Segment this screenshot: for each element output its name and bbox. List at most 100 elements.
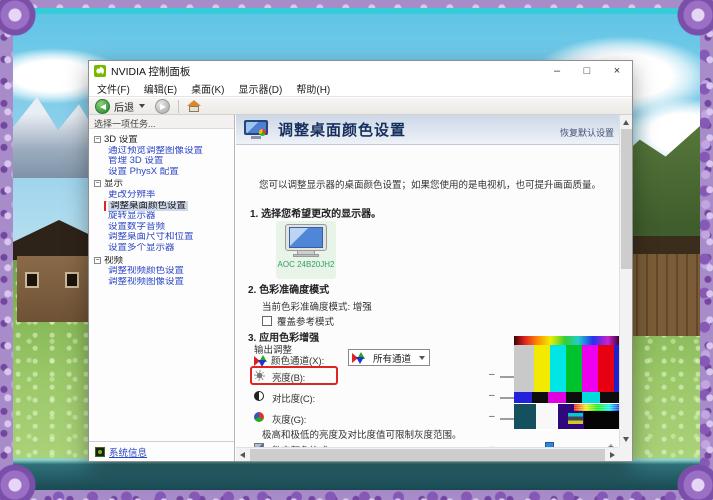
scroll-up-icon[interactable] [623, 120, 629, 125]
window-title: NVIDIA 控制面板 [111, 64, 190, 79]
lake-water [13, 458, 700, 490]
sidebar-item-multiple-displays[interactable]: 设置多个显示器 [108, 243, 175, 253]
monitor-select-item[interactable]: AOC 24B20JH2 [276, 221, 336, 279]
tree-expander-icon[interactable]: − [94, 257, 101, 264]
navigation-toolbar: 后退 [89, 98, 632, 115]
system-info-icon [95, 447, 105, 457]
slider-minus: – [489, 411, 495, 422]
brightness-icon [254, 370, 265, 381]
chevron-down-icon [419, 356, 425, 360]
brightness-label: 亮度(B): [272, 370, 305, 384]
menu-edit[interactable]: 编辑(E) [144, 81, 177, 96]
sidebar-item-adjust-video-image[interactable]: 调整视频图像设置 [108, 277, 184, 287]
all-channels-icon [352, 352, 364, 363]
back-button-label[interactable]: 后退 [114, 99, 134, 114]
reverse-color-strip [514, 392, 621, 403]
intro-text: 您可以调整显示器的桌面颜色设置；如果您使用的是电视机，也可提升画面质量。 [259, 177, 601, 191]
color-channel-row: 颜色通道(X): [254, 353, 324, 367]
frame-corner-ornament [675, 0, 713, 38]
sidebar-footer: 系统信息 [89, 441, 234, 461]
frame-corner-ornament [675, 462, 713, 500]
tree-expander-icon[interactable]: − [94, 180, 101, 187]
title-bar[interactable]: NVIDIA 控制面板 – □ × [89, 61, 632, 81]
sidebar-item-physx-config[interactable]: 设置 PhysX 配置 [108, 167, 179, 177]
menu-display[interactable]: 显示器(D) [238, 81, 282, 96]
task-sidebar: 选择一项任务... −3D 设置 通过预览调整图像设置 管理 3D 设置 设置 … [89, 115, 235, 461]
color-channel-icon [254, 355, 266, 366]
sidebar-item-rotate-display[interactable]: 旋转显示器 [108, 211, 156, 221]
contrast-label: 对比度(C): [272, 391, 315, 405]
slider-minus: – [489, 390, 495, 401]
monitor-screen [289, 227, 323, 248]
color-channel-value: 所有通道 [373, 351, 411, 365]
tree-group-3d-settings: 3D 设置 [104, 135, 138, 145]
icon-base [251, 136, 261, 139]
sidebar-item-adjust-image-preview[interactable]: 通过预览调整图像设置 [108, 146, 203, 156]
sidebar-header: 选择一项任务... [89, 115, 234, 129]
maximize-button[interactable]: □ [572, 61, 602, 81]
nvidia-logo-icon [94, 65, 106, 77]
back-button[interactable] [95, 99, 110, 114]
frame-corner-ornament [0, 0, 38, 38]
range-note-text: 极高和极低的亮度及对比度值可限制灰度范围。 [262, 427, 462, 441]
sidebar-item-digital-audio[interactable]: 设置数字音频 [108, 222, 165, 232]
sidebar-item-change-resolution[interactable]: 更改分辨率 [108, 190, 156, 200]
sidebar-item-adjust-video-color[interactable]: 调整视频颜色设置 [108, 266, 184, 276]
restore-defaults-link[interactable]: 恢复默认设置 [560, 126, 614, 139]
horizontal-scroll-thumb[interactable] [250, 449, 605, 461]
minimize-button[interactable]: – [542, 61, 572, 81]
close-button[interactable]: × [602, 61, 632, 81]
screenshot-root: { "ui": { "minus": "–", "plus": "+", "ex… [0, 0, 713, 500]
wallpaper-cyan-strip [13, 8, 700, 14]
color-bars [514, 345, 621, 392]
sidebar-item-desktop-size-position[interactable]: 调整桌面尺寸和位置 [108, 232, 194, 242]
sidebar-item-adjust-desktop-color[interactable]: 调整桌面颜色设置 [108, 201, 188, 211]
step2-heading: 2. 色彩准确度模式 [248, 281, 329, 296]
slider-minus: – [489, 369, 495, 380]
sidebar-item-manage-3d-settings[interactable]: 管理 3D 设置 [108, 156, 163, 166]
forward-button[interactable] [155, 99, 170, 114]
home-body [189, 106, 199, 112]
nvidia-control-panel-window: NVIDIA 控制面板 – □ × 文件(F) 编辑(E) 桌面(K) 显示器(… [88, 60, 633, 462]
rainbow-gradient-strip [514, 336, 621, 345]
override-reference-row: 覆盖参考模式 [262, 314, 334, 328]
back-dropdown-caret-icon[interactable] [139, 104, 145, 108]
monitor-icon [285, 224, 327, 257]
menu-desktop[interactable]: 桌面(K) [191, 81, 224, 96]
contrast-icon [254, 391, 264, 401]
forward-arrow-icon [160, 104, 166, 110]
override-reference-label: 覆盖参考模式 [277, 314, 334, 328]
cabin-window [65, 272, 79, 288]
current-mode-text: 当前色彩准确度模式: 增强 [262, 299, 372, 313]
horizontal-scrollbar[interactable] [236, 447, 632, 461]
color-channel-dropdown[interactable]: 所有通道 [348, 349, 430, 366]
scroll-down-icon[interactable] [623, 437, 629, 442]
system-info-link[interactable]: 系统信息 [109, 445, 147, 459]
tree-group-display: 显示 [104, 179, 123, 189]
page-title: 调整桌面颜色设置 [278, 119, 406, 140]
wooden-barn [628, 236, 700, 336]
tree-group-video: 视频 [104, 256, 123, 266]
home-icon[interactable] [187, 100, 201, 112]
step1-heading: 1. 选择您希望更改的显示器。 [250, 205, 381, 220]
display-color-icon [244, 120, 270, 140]
override-reference-checkbox[interactable] [262, 316, 272, 326]
menu-file[interactable]: 文件(F) [97, 81, 130, 96]
vertical-scroll-thumb[interactable] [621, 129, 632, 269]
icon-color-dot [259, 129, 266, 136]
back-arrow-icon [100, 104, 106, 110]
task-tree: −3D 设置 通过预览调整图像设置 管理 3D 设置 设置 PhysX 配置 −… [89, 129, 234, 287]
menu-help[interactable]: 帮助(H) [296, 81, 330, 96]
menu-bar: 文件(F) 编辑(E) 桌面(K) 显示器(D) 帮助(H) [89, 81, 632, 97]
vertical-scrollbar[interactable] [619, 115, 632, 447]
scroll-left-icon[interactable] [240, 452, 245, 458]
color-channel-label: 颜色通道(X): [271, 353, 324, 367]
scroll-right-icon[interactable] [610, 452, 615, 458]
tree-expander-icon[interactable]: − [94, 136, 101, 143]
monitor-base [293, 254, 319, 257]
gamma-icon [254, 412, 264, 422]
toolbar-separator [178, 100, 179, 113]
monitor-name: AOC 24B20JH2 [276, 260, 336, 269]
scroll-area: 您可以调整显示器的桌面颜色设置；如果您使用的是电视机，也可提升画面质量。 1. … [236, 145, 619, 447]
scrollbar-corner [618, 447, 632, 461]
